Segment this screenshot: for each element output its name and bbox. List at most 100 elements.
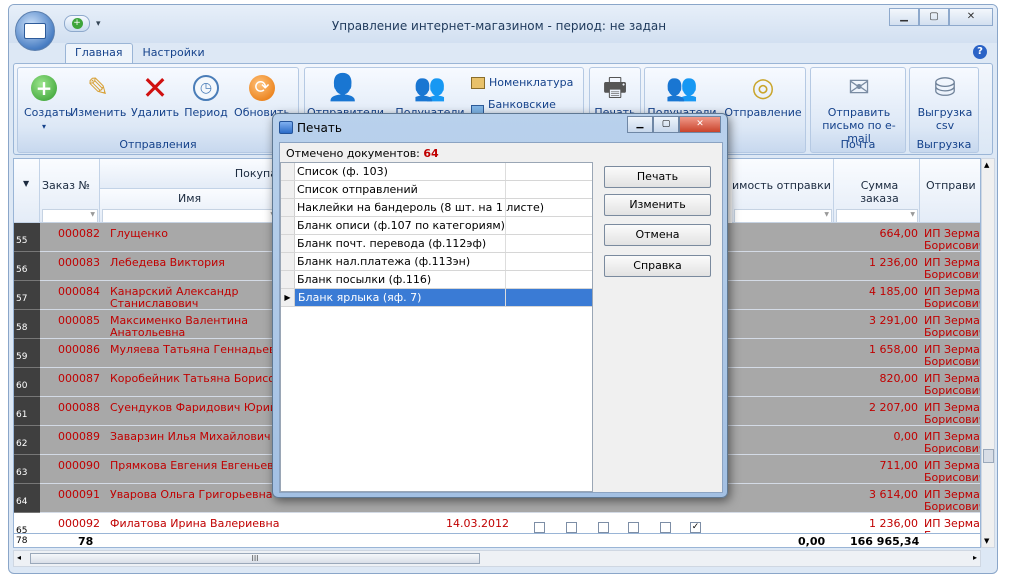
- row-number[interactable]: 62: [14, 426, 40, 455]
- row-checkbox[interactable]: [660, 522, 671, 533]
- scroll-left-icon[interactable]: ◂: [17, 553, 21, 562]
- delete-button[interactable]: ✕ Удалить: [130, 72, 180, 119]
- people-icon: 👥: [413, 73, 447, 103]
- buyer-name: Филатова Ирина Валериевна: [110, 517, 280, 530]
- maximize-button[interactable]: ▢: [919, 8, 949, 26]
- list-column-divider: [505, 271, 506, 288]
- group-shipments-title: Отправления: [119, 138, 197, 151]
- row-number[interactable]: 55: [14, 223, 40, 252]
- list-column-divider: [505, 181, 506, 198]
- row-number[interactable]: 58: [14, 310, 40, 339]
- order-sum: 3 291,00: [869, 314, 918, 327]
- window-controls: ▁ ▢ ✕: [889, 8, 993, 26]
- senders-button[interactable]: 👤 Отправители: [307, 72, 384, 119]
- document-list-item[interactable]: Наклейки на бандероль (8 шт. на 1 листе): [281, 199, 592, 217]
- order-sum: 1 236,00: [869, 256, 918, 269]
- refresh-button[interactable]: ⟳ Обновить: [232, 72, 292, 119]
- order-number: 000084: [58, 285, 100, 298]
- help-button[interactable]: Справка: [604, 255, 711, 277]
- current-row-icon: ▶: [281, 289, 295, 306]
- filter-cost[interactable]: [734, 209, 832, 223]
- dialog-close-button[interactable]: ✕: [679, 116, 721, 133]
- row-number[interactable]: 60: [14, 368, 40, 397]
- list-column-divider: [505, 235, 506, 252]
- filter-sum[interactable]: [836, 209, 918, 223]
- vertical-scrollbar[interactable]: ▲ ▼: [981, 158, 995, 548]
- row-number[interactable]: 64: [14, 484, 40, 513]
- print-dialog: Печать ▁ ▢ ✕ Отмечено документов: 64 Спи…: [272, 113, 728, 498]
- list-column-divider: [505, 217, 506, 234]
- order-number: 000083: [58, 256, 100, 269]
- delete-icon: ✕: [141, 69, 169, 107]
- totals-sum: 166 965,34: [850, 535, 920, 548]
- send-email-button[interactable]: ✉ Отправить письмо по e-mail: [813, 72, 905, 145]
- row-number[interactable]: 56: [14, 252, 40, 281]
- dialog-minimize-button[interactable]: ▁: [627, 116, 653, 133]
- scroll-down-icon[interactable]: ▼: [984, 537, 989, 545]
- document-list-item[interactable]: Бланк нал.платежа (ф.113эн): [281, 253, 592, 271]
- row-number[interactable]: 59: [14, 339, 40, 368]
- document-list-item[interactable]: Бланк почт. перевода (ф.112эф): [281, 235, 592, 253]
- document-list-item[interactable]: Бланк описи (ф.107 по категориям): [281, 217, 592, 235]
- order-number: 000087: [58, 372, 100, 385]
- help-icon[interactable]: ?: [973, 45, 987, 59]
- row-number[interactable]: 61: [14, 397, 40, 426]
- nomenclature-button[interactable]: Номенклатура: [471, 76, 573, 89]
- export-csv-button[interactable]: ⛁ Выгрузка csv: [912, 72, 978, 132]
- envelope-icon: ✉: [848, 73, 870, 103]
- quick-access-toolbar: + ▾: [64, 15, 101, 32]
- scroll-right-icon[interactable]: ▸: [973, 553, 977, 562]
- edit-template-button[interactable]: Изменить: [604, 194, 711, 216]
- tab-settings[interactable]: Настройки: [133, 43, 215, 63]
- create-button[interactable]: + Создать ▾: [24, 72, 72, 133]
- printer-icon: 🖶: [602, 73, 628, 103]
- buyer-name: Прямкова Евгения Евгеньевна: [110, 459, 288, 472]
- row-indicator: [281, 199, 295, 216]
- vertical-scroll-thumb[interactable]: [983, 449, 994, 463]
- document-list-item[interactable]: ▶ Бланк ярлыка (яф. 7): [281, 289, 592, 307]
- minimize-button[interactable]: ▁: [889, 8, 919, 26]
- col-buyer-header[interactable]: Покупа: [100, 159, 280, 189]
- report-shipment-button[interactable]: ◎ Отправление: [723, 72, 803, 119]
- period-label: Период: [184, 106, 228, 119]
- close-button[interactable]: ✕: [949, 8, 993, 26]
- horizontal-scrollbar[interactable]: ◂ III ▸: [13, 550, 981, 567]
- order-sum: 820,00: [879, 372, 919, 385]
- tab-main[interactable]: Главная: [65, 43, 133, 63]
- row-checkbox[interactable]: [628, 522, 639, 533]
- buyer-name: Коробейник Татьяна Борисовна: [110, 372, 296, 385]
- horizontal-scroll-thumb[interactable]: III: [30, 553, 480, 564]
- mail-icon: [24, 23, 46, 39]
- nomenclature-label: Номенклатура: [489, 76, 574, 89]
- edit-button[interactable]: ✎ Изменить: [70, 72, 126, 119]
- row-checkbox[interactable]: ✓: [690, 522, 701, 533]
- qat-add-button[interactable]: +: [64, 15, 90, 32]
- app-menu-button[interactable]: [15, 11, 55, 51]
- list-column-divider: [505, 199, 506, 216]
- database-export-icon: ⛁: [934, 73, 956, 103]
- filter-order[interactable]: [42, 209, 98, 223]
- filter-name[interactable]: [102, 209, 278, 223]
- report-recipients-button[interactable]: 👥 Получатели: [647, 72, 717, 119]
- document-list-item[interactable]: Бланк посылки (ф.116): [281, 271, 592, 289]
- document-list-item[interactable]: Список (ф. 103): [281, 163, 592, 181]
- scroll-up-icon[interactable]: ▲: [984, 161, 989, 169]
- person-icon: 👤: [326, 73, 360, 103]
- recipients-button[interactable]: 👥 Получатели: [395, 72, 465, 119]
- cancel-button[interactable]: Отмена: [604, 224, 711, 246]
- row-selector-header[interactable]: ▼: [14, 159, 40, 223]
- row-checkbox[interactable]: [566, 522, 577, 533]
- col-sender-header[interactable]: Отправи: [920, 159, 980, 223]
- row-checkbox[interactable]: [598, 522, 609, 533]
- document-list-item[interactable]: Список отправлений: [281, 181, 592, 199]
- print-button[interactable]: Печать: [604, 166, 711, 188]
- row-number[interactable]: 63: [14, 455, 40, 484]
- row-number[interactable]: 57: [14, 281, 40, 310]
- period-button[interactable]: ◷ Период: [184, 72, 228, 119]
- dialog-maximize-button[interactable]: ▢: [653, 116, 679, 133]
- row-checkbox[interactable]: [534, 522, 545, 533]
- print-ribbon-button[interactable]: 🖶 Печать: [592, 72, 638, 119]
- document-list[interactable]: Список (ф. 103) Список отправлений Наклейк…: [280, 162, 593, 492]
- window-title: Управление интернет-магазином - период: …: [331, 19, 667, 33]
- qat-customize-icon[interactable]: ▾: [96, 19, 101, 29]
